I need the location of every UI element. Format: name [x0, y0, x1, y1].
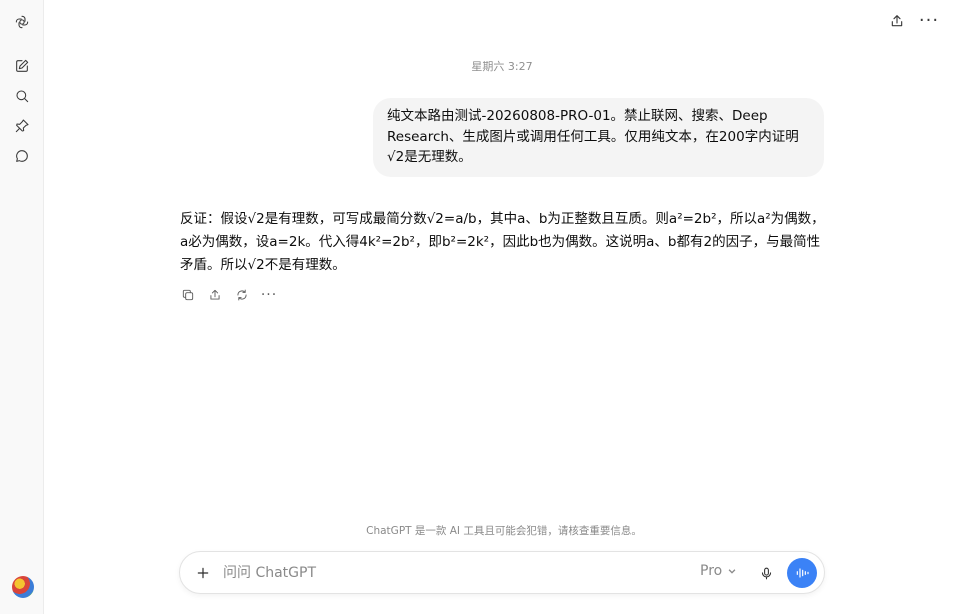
message-timestamp: 星期六 3:27 — [471, 60, 533, 73]
new-chat-icon — [16, 59, 29, 72]
chat-bubble-icon — [16, 150, 28, 162]
message-input[interactable] — [223, 562, 643, 584]
assistant-message: 反证：假设√2是有理数，可写成最简分数√2=a/b，其中a、b为正整数且互质。则… — [180, 211, 825, 273]
voice-mode-button[interactable] — [787, 558, 817, 588]
assistant-message-actions: ··· — [179, 286, 278, 304]
composer: Pro — [179, 551, 825, 594]
search-button[interactable] — [8, 82, 36, 110]
chevron-down-icon — [728, 569, 736, 574]
pin-button[interactable] — [8, 112, 36, 140]
regenerate-icon — [237, 289, 247, 301]
dictate-button[interactable] — [756, 563, 776, 583]
microphone-icon — [761, 567, 771, 579]
user-message: 纯文本路由测试-20260808-PRO-01。禁止联网、搜索、Deep Res… — [373, 98, 824, 177]
sidebar-rail — [0, 0, 44, 614]
message-more-button[interactable]: ··· — [260, 286, 278, 304]
new-chat-button[interactable] — [8, 52, 36, 80]
share-icon — [891, 15, 903, 27]
user-avatar[interactable] — [12, 576, 34, 598]
copy-button[interactable] — [179, 286, 197, 304]
pin-icon — [15, 119, 29, 133]
more-options-button[interactable]: ··· — [918, 10, 940, 32]
regenerate-button[interactable] — [233, 286, 251, 304]
share-icon — [210, 289, 220, 300]
copy-icon — [182, 289, 194, 301]
disclaimer-text: ChatGPT 是一款 AI 工具且可能会犯错，请核查重要信息。 — [366, 525, 642, 537]
chats-button[interactable] — [8, 142, 36, 170]
waveform-icon — [796, 568, 809, 578]
attach-button[interactable] — [192, 562, 214, 584]
header-actions: ··· — [886, 10, 940, 32]
plus-icon — [197, 567, 209, 579]
model-selector-label: Pro — [700, 563, 723, 579]
more-icon: ··· — [260, 287, 278, 303]
openai-logo-icon — [15, 15, 29, 29]
more-icon: ··· — [918, 10, 940, 31]
model-selector[interactable]: Pro — [700, 563, 737, 579]
share-message-button[interactable] — [206, 286, 224, 304]
search-icon — [16, 90, 29, 103]
openai-logo-button[interactable] — [8, 8, 36, 36]
share-button[interactable] — [886, 10, 908, 32]
